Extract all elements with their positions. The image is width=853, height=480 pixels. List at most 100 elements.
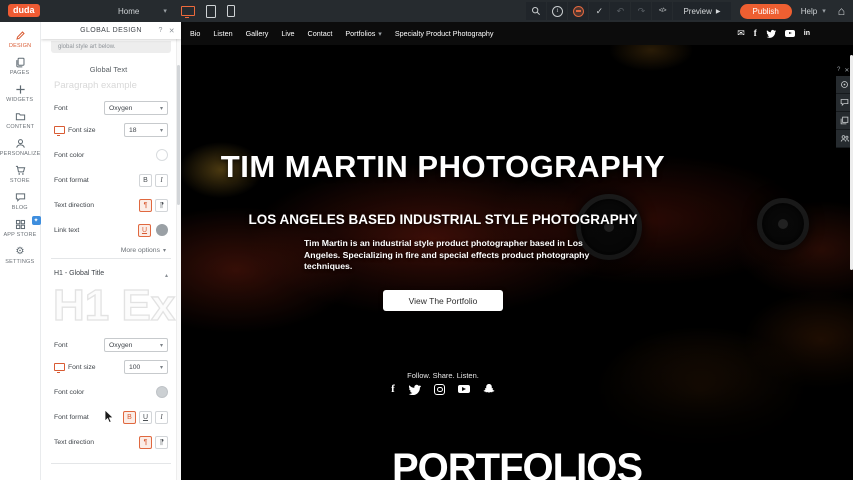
facebook-icon[interactable]: f: [754, 29, 757, 38]
panel-body: global style art below. Global Text Para…: [41, 39, 176, 480]
nav-item-live[interactable]: Live: [281, 29, 294, 38]
sidebar-item-widgets[interactable]: WIDGETS: [0, 80, 41, 107]
device-switcher: [181, 0, 235, 22]
responsive-override-icon: [54, 126, 65, 134]
plus-icon: [15, 84, 26, 95]
email-icon[interactable]: ✉: [737, 29, 745, 38]
bold-button[interactable]: B: [139, 174, 152, 187]
h1-italic-button[interactable]: I: [155, 411, 168, 424]
twitter-icon[interactable]: [408, 384, 421, 395]
h1-font-color-swatch[interactable]: [156, 386, 168, 398]
status-icon[interactable]: [568, 2, 588, 20]
sidebar-item-design[interactable]: DESIGN: [0, 26, 41, 53]
h1-rtl-direction-button[interactable]: [155, 436, 168, 449]
more-options-link[interactable]: More options: [121, 244, 166, 256]
section-divider: [51, 463, 171, 464]
h1-font-size-row: Font size 100: [54, 357, 168, 377]
facebook-icon[interactable]: f: [391, 384, 395, 395]
panel-title: GLOBAL DESIGN: [80, 27, 142, 34]
chevron-down-icon: [163, 247, 166, 254]
sidebar-item-blog[interactable]: BLOG: [0, 188, 41, 215]
h1-ltr-direction-button[interactable]: [139, 436, 152, 449]
h1-font-select[interactable]: Oxygen: [104, 338, 168, 352]
nav-item-specialty[interactable]: Specialty Product Photography: [395, 29, 494, 38]
font-select[interactable]: Oxygen: [104, 101, 168, 115]
preview-scrollbar[interactable]: [850, 55, 853, 270]
sidebar-item-pages[interactable]: PAGES: [0, 53, 41, 80]
sidebar-item-store[interactable]: STORE: [0, 161, 41, 188]
twitter-icon[interactable]: [766, 29, 776, 38]
sidebar-item-personalize[interactable]: PERSONALIZE: [0, 134, 41, 161]
responsive-override-icon: [54, 363, 65, 371]
nav-item-gallery[interactable]: Gallery: [246, 29, 269, 38]
h1-underline-button[interactable]: U: [139, 411, 152, 424]
collapse-icon: [165, 264, 168, 282]
navbar-social-icons: ✉ f in: [737, 22, 810, 45]
youtube-icon[interactable]: [785, 30, 795, 37]
desktop-device-icon[interactable]: [181, 6, 195, 16]
font-row: Font Oxygen: [54, 98, 168, 118]
search-icon[interactable]: [526, 2, 546, 20]
check-icon[interactable]: ✓: [589, 2, 609, 20]
panel-scrollbar[interactable]: [176, 39, 181, 480]
site-preview-canvas[interactable]: Bio Listen Gallery Live Contact Portfoli…: [181, 22, 853, 480]
pilcrow-rtl-icon: [160, 439, 164, 446]
undo-icon[interactable]: ↶: [610, 2, 630, 20]
nav-item-contact[interactable]: Contact: [308, 29, 333, 38]
font-size-select[interactable]: 18: [124, 123, 168, 137]
portfolios-section-heading[interactable]: PORTFOLIOS: [181, 446, 853, 480]
sidebar-item-settings[interactable]: ⚙ SETTINGS: [0, 242, 41, 269]
toolbar-close-icon[interactable]: ✕: [844, 67, 849, 74]
nav-item-listen[interactable]: Listen: [213, 29, 232, 38]
snapchat-icon[interactable]: [483, 383, 495, 395]
redo-icon[interactable]: ↷: [631, 2, 651, 20]
dashboard-home-icon[interactable]: ⌂: [838, 6, 845, 16]
chat-icon: [15, 192, 26, 203]
editor-sidebar: DESIGN PAGES WIDGETS CONTENT PERSONALIZE…: [0, 22, 41, 480]
dev-mode-icon[interactable]: </>: [652, 2, 672, 20]
link-underline-button[interactable]: U: [138, 224, 151, 237]
view-portfolio-button[interactable]: View The Portfolio: [383, 290, 503, 311]
hero-description[interactable]: Tim Martin is an industrial style produc…: [304, 238, 610, 273]
instagram-icon[interactable]: [434, 384, 445, 395]
sidebar-item-content[interactable]: CONTENT: [0, 107, 41, 134]
info-icon[interactable]: i: [547, 2, 567, 20]
panel-scrollbar-thumb[interactable]: [177, 65, 180, 205]
preview-button[interactable]: Preview ▶: [673, 2, 730, 20]
h1-font-row: Font Oxygen: [54, 335, 168, 355]
hero-subtitle[interactable]: LOS ANGELES BASED INDUSTRIAL STYLE PHOTO…: [181, 212, 705, 227]
font-color-row: Font color: [54, 145, 168, 165]
toolbar-help-icon[interactable]: ?: [837, 67, 840, 74]
play-icon: ▶: [716, 8, 721, 15]
folder-icon: [15, 111, 26, 122]
publish-button[interactable]: Publish: [740, 4, 792, 19]
duda-logo[interactable]: duda: [8, 4, 40, 17]
panel-close-icon[interactable]: ✕: [169, 27, 175, 35]
help-dropdown[interactable]: Help: [801, 7, 826, 16]
link-color-swatch[interactable]: [156, 224, 168, 236]
page-selector-dropdown[interactable]: Home: [118, 0, 167, 22]
nav-item-bio[interactable]: Bio: [190, 29, 200, 38]
chevron-down-icon: [160, 364, 163, 371]
chevron-down-icon: [160, 342, 163, 349]
person-icon: [15, 138, 26, 149]
hero-social-icons: f: [181, 383, 705, 395]
font-color-swatch[interactable]: [156, 149, 168, 161]
mobile-device-icon[interactable]: [227, 5, 235, 17]
youtube-icon[interactable]: [458, 385, 470, 393]
sidebar-item-app-store[interactable]: APP STORE ✦: [0, 215, 41, 242]
pilcrow-ltr-icon: [144, 202, 148, 209]
italic-button[interactable]: I: [155, 174, 168, 187]
pilcrow-ltr-icon: [144, 439, 148, 446]
h1-section-header[interactable]: H1 - Global Title: [54, 263, 168, 283]
tablet-device-icon[interactable]: [206, 5, 216, 18]
h1-font-size-select[interactable]: 100: [124, 360, 168, 374]
rtl-direction-button[interactable]: [155, 199, 168, 212]
app-store-badge: ✦: [32, 216, 41, 225]
hero-title[interactable]: TIM MARTIN PHOTOGRAPHY: [181, 149, 705, 185]
ltr-direction-button[interactable]: [139, 199, 152, 212]
h1-bold-button[interactable]: B: [123, 411, 136, 424]
nav-item-portfolios[interactable]: Portfolios: [345, 29, 381, 38]
linkedin-icon[interactable]: in: [804, 30, 810, 38]
panel-help-icon[interactable]: ?: [158, 27, 162, 34]
